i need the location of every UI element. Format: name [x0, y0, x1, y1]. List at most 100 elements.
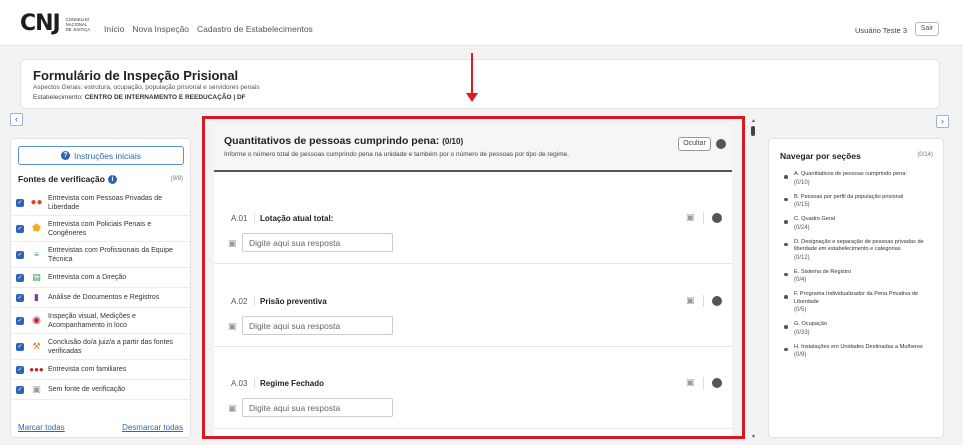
sources-panel: ? Instruções iniciais Fontes de verifica… — [10, 138, 191, 438]
question-separator — [254, 378, 255, 388]
source-item[interactable]: ✓ ⬟ Entrevista com Policiais Penais e Co… — [11, 216, 190, 242]
instructions-button[interactable]: ? Instruções iniciais — [18, 146, 184, 165]
section-link[interactable]: B. Pessoas por perfil da população prisi… — [782, 194, 942, 211]
annotation-arrow-head — [466, 93, 478, 102]
source-label: Conclusão do/a juiz/a a partir das fonte… — [48, 338, 173, 355]
scroll-down-icon[interactable]: ▼ — [751, 434, 756, 440]
section-link[interactable]: E. Sistema de Registro (0/4) — [782, 269, 942, 286]
no-source-icon: ▣ — [32, 384, 41, 394]
question-number: A.01 — [231, 214, 248, 223]
answer-input[interactable] — [242, 316, 393, 335]
section-link-label: A. Quantitativos de pessoas cumprindo pe… — [794, 171, 907, 177]
top-bar: CNJ CONSELHO NACIONAL DE JUSTIÇA Início … — [0, 0, 963, 46]
source-item[interactable]: ✓ ≡ Entrevistas com Profissionais da Equ… — [11, 242, 190, 268]
source-icon: ▣ — [228, 403, 237, 413]
cnj-logo[interactable]: CNJ CONSELHO NACIONAL DE JUSTIÇA — [20, 13, 90, 35]
source-label: Inspeção visual, Medições e Acompanhamen… — [48, 312, 136, 329]
logout-button[interactable]: Sair — [915, 22, 939, 36]
checkbox-checked-icon[interactable]: ✓ — [16, 385, 24, 394]
people-icon: ●● — [30, 197, 43, 208]
answer-input[interactable] — [242, 398, 393, 417]
answer-input[interactable] — [242, 233, 393, 252]
eye-icon: ◉ — [32, 315, 41, 326]
source-item[interactable]: ✓ ◉ Inspeção visual, Medições e Acompanh… — [11, 308, 190, 334]
checkbox-checked-icon[interactable]: ✓ — [16, 198, 24, 207]
navigator-count: (0/14) — [917, 152, 933, 158]
hide-section-button[interactable]: Ocultar — [678, 137, 711, 151]
section-link[interactable]: F. Programa Individualizador da Pena Pri… — [782, 291, 942, 315]
icon-divider — [703, 377, 704, 389]
document-icon: ▮ — [34, 292, 39, 302]
checkbox-checked-icon[interactable]: ✓ — [16, 273, 24, 282]
section-link-count: (0/12) — [794, 254, 810, 261]
source-icon[interactable]: ▣ — [686, 212, 695, 223]
source-item[interactable]: ✓ ▮ Análise de Documentos e Registros — [11, 288, 190, 308]
source-label: Entrevista com Pessoas Privadas de Liber… — [48, 194, 162, 211]
section-link-count: (0/15) — [794, 202, 810, 208]
question-separator — [254, 296, 255, 306]
section-link[interactable]: D. Designação e separação de pessoas pri… — [782, 239, 942, 263]
nav-nova-inspecao[interactable]: Nova Inspeção — [132, 24, 189, 34]
source-item[interactable]: ✓ ▣ Sem fonte de verificação — [11, 380, 190, 400]
section-link-count: (0/33) — [794, 329, 810, 336]
icon-divider — [703, 212, 704, 224]
status-dot-icon[interactable] — [712, 378, 722, 388]
section-list: A. Quantitativos de pessoas cumprindo pe… — [782, 171, 942, 366]
section-description: Informe o número total de pessoas cumpri… — [224, 151, 570, 158]
source-item[interactable]: ✓ ⚒ Conclusão do/a juiz/a a partir das f… — [11, 334, 190, 360]
status-dot-icon[interactable] — [712, 296, 722, 306]
deselect-all-link[interactable]: Desmarcar todas — [122, 423, 183, 432]
logo-line-3: DE JUSTIÇA — [65, 26, 91, 32]
source-item[interactable]: ✓ ▤ Entrevista com a Direção — [11, 268, 190, 288]
checkbox-checked-icon[interactable]: ✓ — [16, 365, 24, 374]
gavel-icon: ⚒ — [32, 341, 41, 351]
checkbox-checked-icon[interactable]: ✓ — [16, 342, 24, 351]
section-link[interactable]: G. Ocupação (0/33) — [782, 321, 942, 338]
id-card-icon: ▤ — [32, 272, 41, 282]
sources-title-text: Fontes de verificação — [18, 174, 105, 184]
checkbox-checked-icon[interactable]: ✓ — [16, 250, 24, 259]
annotation-arrow-line — [471, 53, 473, 95]
section-link-count: (0/24) — [794, 224, 810, 231]
section-link[interactable]: H. Instalações em Unidades Destinadas a … — [782, 344, 942, 361]
scrollbar-thumb[interactable] — [751, 126, 755, 136]
section-link-label: F. Programa Individualizador da Pena Pri… — [794, 291, 919, 305]
source-icon: ▣ — [228, 321, 237, 331]
question-label: Regime Fechado — [260, 379, 325, 388]
source-icon: ▣ — [228, 238, 237, 248]
question-separator — [254, 213, 255, 223]
source-icon[interactable]: ▣ — [686, 377, 695, 388]
section-title-text: Quantitativos de pessoas cumprindo pena: — [224, 135, 440, 147]
checkbox-checked-icon[interactable]: ✓ — [16, 293, 24, 302]
status-dot-icon[interactable] — [712, 213, 722, 223]
section-link-count: (0/10) — [794, 179, 810, 186]
logo-text: CONSELHO NACIONAL DE JUSTIÇA — [66, 17, 90, 32]
collapse-right-button[interactable]: › — [936, 115, 949, 128]
nav-inicio[interactable]: Início — [104, 24, 124, 34]
checkbox-checked-icon[interactable]: ✓ — [16, 224, 24, 233]
nav-cadastro[interactable]: Cadastro de Estabelecimentos — [197, 24, 313, 34]
page-title: Formulário de Inspeção Prisional — [33, 68, 239, 83]
question-number: A.03 — [231, 379, 248, 388]
form-header: Formulário de Inspeção Prisional Aspecto… — [20, 59, 940, 109]
source-item[interactable]: ✓ ●●● Entrevista com familiares — [11, 360, 190, 380]
source-item[interactable]: ✓ ●● Entrevista com Pessoas Privadas de … — [11, 190, 190, 216]
scroll-up-icon[interactable]: ▲ — [751, 118, 756, 124]
form-subtitle: Aspectos Gerais: estrutura, ocupação, po… — [33, 84, 260, 91]
section-link[interactable]: C. Quadro Geral (0/24) — [782, 216, 942, 233]
source-label: Entrevista com a Direção — [48, 274, 127, 281]
section-link-label: H. Instalações em Unidades Destinadas a … — [794, 343, 923, 350]
section-link-label: C. Quadro Geral — [794, 216, 836, 222]
section-link-label: E. Sistema de Registro — [794, 268, 852, 275]
collapse-left-button[interactable]: ‹ — [10, 113, 23, 126]
sources-title: Fontes de verificação i — [18, 174, 117, 184]
sources-count: (9/9) — [170, 176, 183, 182]
section-link[interactable]: A. Quantitativos de pessoas cumprindo pe… — [782, 171, 942, 188]
checkbox-checked-icon[interactable]: ✓ — [16, 316, 24, 325]
source-icon[interactable]: ▣ — [686, 295, 695, 306]
info-icon[interactable]: i — [107, 174, 117, 184]
section-link-count: (0/9) — [794, 352, 807, 358]
select-all-link[interactable]: Marcar todas — [18, 423, 65, 432]
source-label: Sem fonte de verificação — [48, 386, 126, 393]
question-row: A.02 Prisão preventiva ▣ ▣ — [214, 265, 732, 347]
